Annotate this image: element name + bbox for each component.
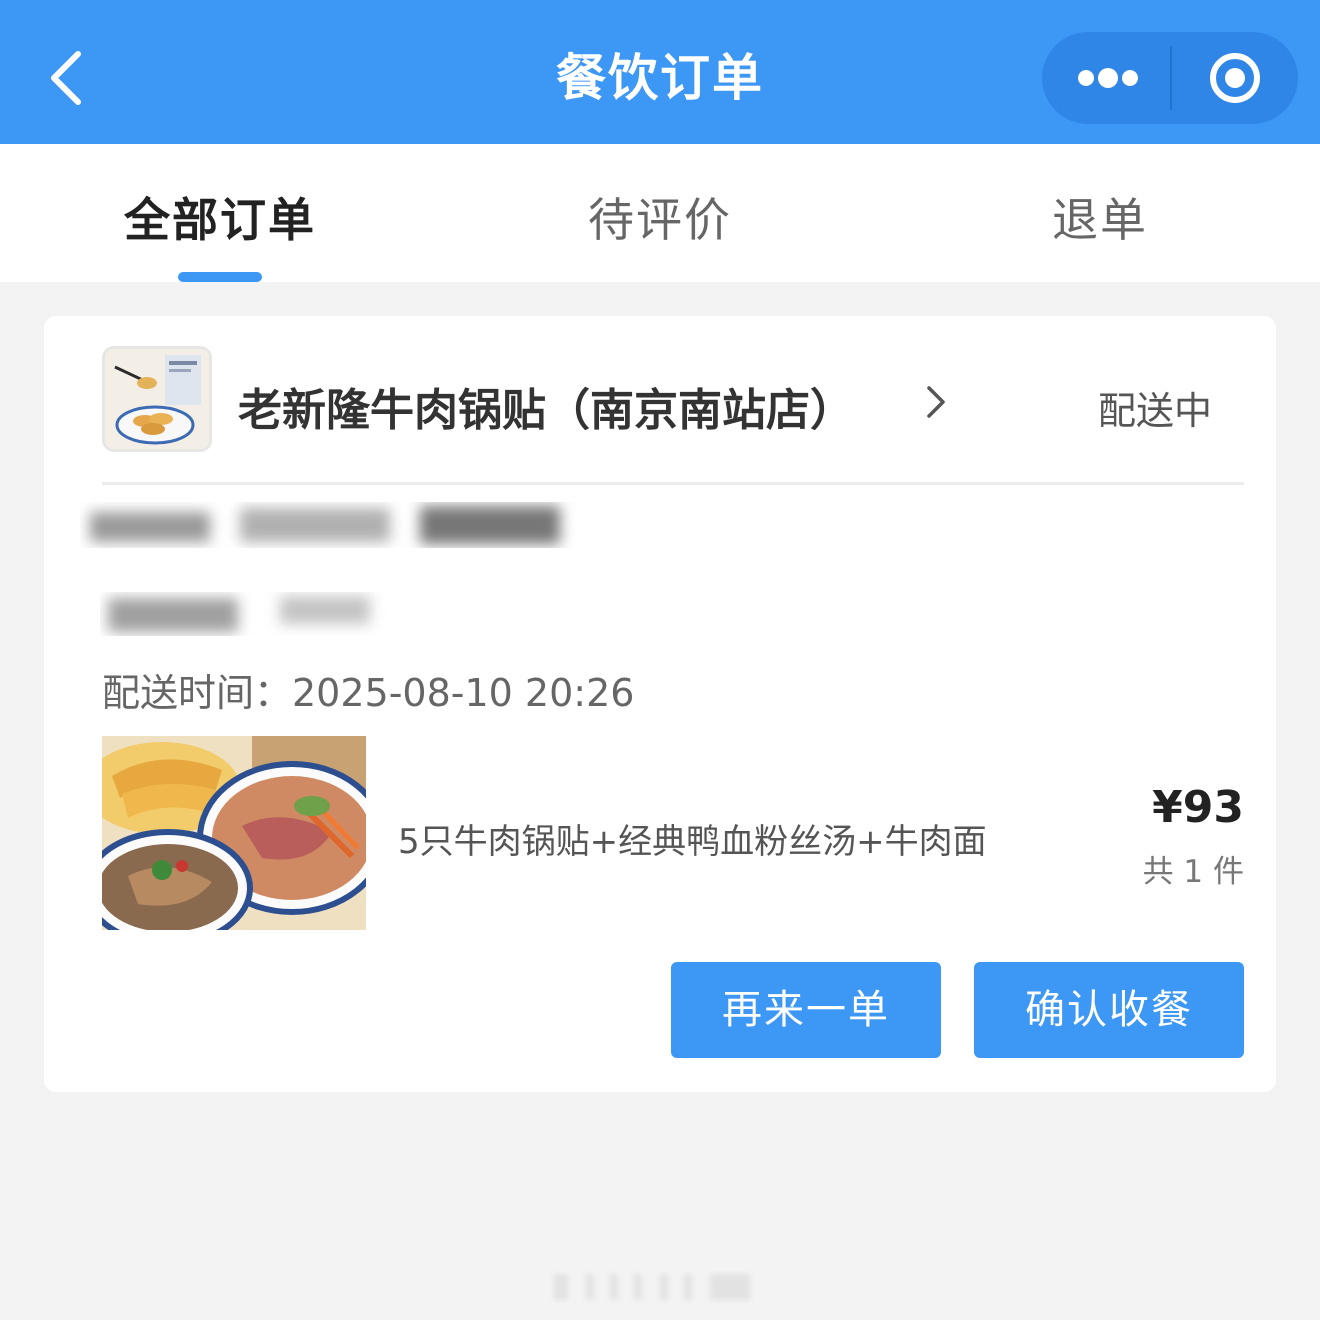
order-tabs: 全部订单 待评价 退单 (0, 144, 1320, 282)
watermark (554, 1274, 750, 1300)
chevron-right-icon[interactable] (924, 382, 948, 422)
target-icon[interactable] (1210, 53, 1260, 103)
reorder-button[interactable]: 再来一单 (671, 962, 941, 1058)
confirm-receipt-button[interactable]: 确认收餐 (974, 962, 1244, 1058)
order-price: ¥93 (1152, 782, 1244, 833)
order-status: 配送中 (1098, 389, 1213, 433)
tab-pending-review[interactable]: 待评价 (588, 184, 732, 250)
food-image[interactable] (102, 736, 366, 930)
item-count: 共 1 件 (1142, 854, 1244, 890)
shop-logo[interactable] (102, 346, 212, 452)
navigation-bar: 餐饮订单 (0, 0, 1320, 144)
capsule-divider (1170, 46, 1172, 110)
redacted-address (90, 506, 560, 544)
mini-program-capsule (1042, 32, 1298, 124)
divider (102, 482, 1244, 485)
delivery-time: 配送时间：2025-08-10 20:26 (102, 671, 635, 715)
tab-refund[interactable]: 退单 (1052, 184, 1148, 250)
active-tab-indicator (178, 272, 262, 282)
shop-name[interactable]: 老新隆牛肉锅贴（南京南站店） (238, 374, 854, 438)
item-description: 5只牛肉锅贴+经典鸭血粉丝汤+牛肉面 (398, 822, 987, 862)
order-card[interactable]: 老新隆牛肉锅贴（南京南站店） 配送中 配送时间：2025-08-10 20:26 (44, 316, 1276, 1092)
tab-all-orders[interactable]: 全部订单 (124, 184, 316, 250)
more-icon[interactable] (1042, 32, 1170, 124)
redacted-contact (108, 596, 370, 632)
